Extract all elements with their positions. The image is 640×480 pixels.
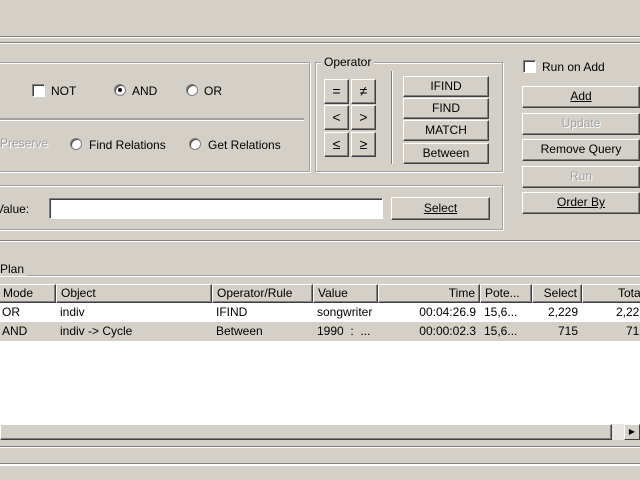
top-separator <box>0 36 640 38</box>
less-equal-button[interactable]: ≤ <box>324 132 349 157</box>
run-button[interactable]: Run <box>522 166 640 188</box>
logic-group <box>0 62 310 172</box>
order-by-button-label: Order By <box>556 195 605 209</box>
cell-select: 715 <box>557 324 578 338</box>
preserve-label: Preserve <box>0 136 49 150</box>
cell-mode: AND <box>2 324 28 338</box>
cell-select: 2,229 <box>547 305 578 319</box>
value-label: Value: <box>0 202 30 216</box>
find-button[interactable]: FIND <box>403 98 489 119</box>
and-label: AND <box>132 84 158 98</box>
greater-than-button[interactable]: > <box>351 105 376 130</box>
cell-object: indiv <box>60 305 85 319</box>
plan-table: Mode Object Operator/Rule Value Time Pot… <box>0 284 640 440</box>
plan-separator <box>0 240 640 242</box>
not-label: NOT <box>51 84 77 98</box>
cell-mode: OR <box>2 305 20 319</box>
ifind-button[interactable]: IFIND <box>403 76 489 97</box>
horizontal-scrollbar[interactable]: ▶ <box>0 424 640 440</box>
cell-value: songwriter <box>317 305 373 319</box>
cell-total: 2,229 <box>615 305 640 319</box>
scroll-right-icon[interactable]: ▶ <box>624 424 640 440</box>
find-relations-radio[interactable] <box>70 138 82 150</box>
bottom-separator <box>0 446 640 448</box>
operator-legend: Operator <box>321 55 375 69</box>
bottom-separator-2 <box>0 463 640 465</box>
column-header-operator[interactable]: Operator/Rule <box>212 284 313 303</box>
column-header-object[interactable]: Object <box>56 284 212 303</box>
scrollbar-thumb[interactable] <box>0 424 612 440</box>
cell-time: 00:04:26.9 <box>419 305 476 319</box>
greater-equal-button[interactable]: ≥ <box>351 132 376 157</box>
select-button-label: Select <box>423 201 458 215</box>
table-row[interactable]: OR indiv IFIND songwriter 00:04:26.9 15,… <box>0 303 640 322</box>
operator-divider <box>391 71 393 164</box>
column-header-time[interactable]: Time <box>378 284 480 303</box>
cell-time: 00:00:02.3 <box>419 324 476 338</box>
column-header-mode[interactable]: Mode <box>0 284 56 303</box>
find-relations-label: Find Relations <box>89 138 166 152</box>
run-on-add-label: Run on Add <box>542 60 605 74</box>
cell-operator: Between <box>216 324 263 338</box>
between-button[interactable]: Between <box>403 143 489 164</box>
remove-query-button[interactable]: Remove Query <box>522 139 640 161</box>
run-on-add-checkbox[interactable] <box>523 60 536 73</box>
value-input[interactable] <box>49 198 383 219</box>
column-header-select[interactable]: Select <box>532 284 582 303</box>
cell-value: 1990 : ... <box>317 324 371 338</box>
add-button[interactable]: Add <box>522 86 640 108</box>
column-header-value[interactable]: Value <box>313 284 378 303</box>
table-row[interactable]: AND indiv -> Cycle Between 1990 : ... 00… <box>0 322 640 341</box>
update-button[interactable]: Update <box>522 113 640 135</box>
not-equals-button[interactable]: ≠ <box>351 79 376 104</box>
not-checkbox[interactable] <box>32 84 45 97</box>
less-than-button[interactable]: < <box>324 105 349 130</box>
get-relations-radio[interactable] <box>189 138 201 150</box>
top-separator-2 <box>0 42 640 44</box>
get-relations-label: Get Relations <box>208 138 281 152</box>
column-header-total[interactable]: Total <box>582 284 640 303</box>
add-button-label: Add <box>570 89 592 103</box>
cell-total: 715 <box>625 324 640 338</box>
and-radio[interactable] <box>114 84 126 96</box>
cell-potential: 15,6... <box>484 305 518 319</box>
order-by-button[interactable]: Order By <box>522 192 640 214</box>
cell-operator: IFIND <box>216 305 248 319</box>
match-button[interactable]: MATCH <box>403 120 489 141</box>
cell-object: indiv -> Cycle <box>60 324 133 338</box>
or-radio[interactable] <box>186 84 198 96</box>
select-button[interactable]: Select <box>391 197 490 220</box>
column-header-potential[interactable]: Pote... <box>480 284 532 303</box>
logic-divider <box>0 118 304 120</box>
equals-button[interactable]: = <box>324 79 349 104</box>
plan-legend: Plan <box>0 262 28 276</box>
or-label: OR <box>204 84 222 98</box>
cell-potential: 15,6... <box>484 324 518 338</box>
